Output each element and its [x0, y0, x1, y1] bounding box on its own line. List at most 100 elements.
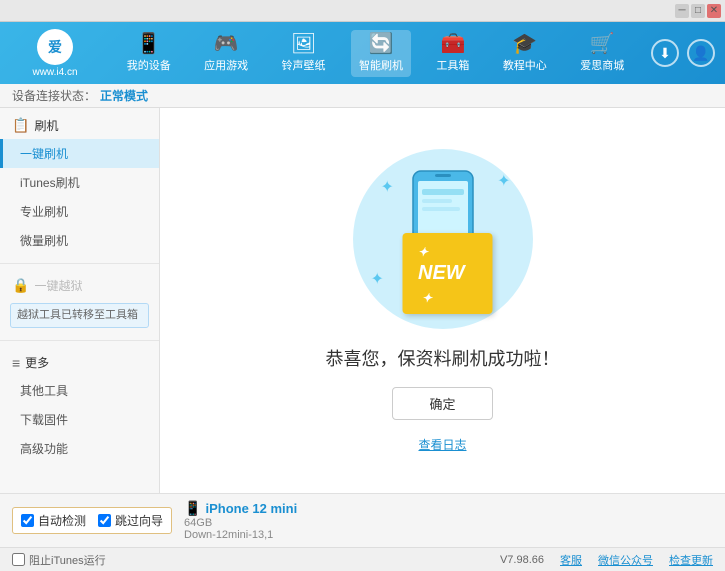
wallpaper-icon: 🖼 [291, 34, 316, 54]
success-content: ✦ ✦ ✦ [326, 149, 560, 453]
logo-symbol: 爱 [48, 37, 62, 57]
top-nav: 爱 www.i4.cn 📱 我的设备 🎮 应用游戏 🖼 铃声壁纸 🔄 智能刷机 … [0, 22, 725, 84]
nav-label-apps-games: 应用游戏 [204, 57, 248, 73]
bottom-section: 自动检测 跳过向导 📱 iPhone 12 mini 64GB Down-12m… [0, 493, 725, 547]
phone-illustration: ✦ ✦ ✦ [353, 149, 533, 329]
divider-2 [0, 340, 159, 341]
device-model: Down-12mini-13,1 [184, 529, 297, 541]
my-device-icon: 📱 [136, 34, 161, 54]
customer-service-link[interactable]: 客服 [560, 552, 582, 568]
more-section-icon: ≡ [12, 355, 20, 371]
nav-item-tutorial[interactable]: 🎓 教程中心 [495, 30, 555, 77]
logo-icon: 爱 [37, 29, 73, 65]
itunes-flash-label: iTunes刷机 [20, 176, 80, 190]
nav-items: 📱 我的设备 🎮 应用游戏 🖼 铃声壁纸 🔄 智能刷机 🧰 工具箱 🎓 教程中心… [110, 30, 641, 77]
sparkle-tl-icon: ✦ [381, 177, 394, 197]
title-bar: ─ □ ✕ [0, 0, 725, 22]
flash-section-label: 刷机 [34, 117, 58, 134]
flash-section-icon: 📋 [12, 117, 29, 134]
skip-wizard-input[interactable] [98, 514, 111, 527]
smart-flash-icon: 🔄 [369, 34, 394, 54]
sidebar-item-download-firmware[interactable]: 下载固件 [0, 405, 159, 434]
nav-item-toolbox[interactable]: 🧰 工具箱 [428, 30, 477, 77]
tutorial-icon: 🎓 [512, 34, 537, 54]
guide-link[interactable]: 查看日志 [418, 436, 466, 453]
bottom-status-left: 阻止iTunes运行 [12, 552, 106, 568]
bottom-status-right: V7.98.66 客服 微信公众号 检查更新 [500, 552, 713, 568]
nav-label-my-device: 我的设备 [127, 57, 171, 73]
more-section-label: 更多 [25, 354, 49, 371]
new-badge: NEW [402, 233, 492, 314]
close-button[interactable]: ✕ [707, 4, 721, 18]
auto-detect-checkbox[interactable]: 自动检测 [21, 512, 86, 529]
sidebar-section-header-flash: 📋 刷机 [0, 112, 159, 139]
nav-item-smart-flash[interactable]: 🔄 智能刷机 [351, 30, 411, 77]
one-click-flash-label: 一键刷机 [20, 147, 68, 161]
nav-label-wallpaper: 铃声壁纸 [282, 57, 326, 73]
skip-wizard-checkbox[interactable]: 跳过向导 [98, 512, 163, 529]
success-message: 恭喜您，保资料刷机成功啦！ [326, 345, 560, 371]
device-info: 📱 iPhone 12 mini 64GB Down-12mini-13,1 [184, 500, 297, 541]
sidebar-item-itunes-flash[interactable]: iTunes刷机 [0, 168, 159, 197]
wechat-link[interactable]: 微信公众号 [598, 552, 653, 568]
download-firmware-label: 下载固件 [20, 413, 68, 427]
maximize-button[interactable]: □ [691, 4, 705, 18]
status-value: 正常模式 [100, 87, 148, 104]
sidebar-item-other-tools[interactable]: 其他工具 [0, 376, 159, 405]
minimize-button[interactable]: ─ [675, 4, 689, 18]
title-bar-controls: ─ □ ✕ [675, 4, 721, 18]
status-bar: 设备连接状态： 正常模式 [0, 84, 725, 108]
sidebar-section-jailbreak: 🔒 一键越狱 越狱工具已转移至工具箱 [0, 268, 159, 336]
sidebar-section-header-more: ≡ 更多 [0, 349, 159, 376]
sidebar-item-one-click-flash[interactable]: 一键刷机 [0, 139, 159, 168]
nav-right: ⬇ 👤 [651, 39, 715, 67]
main-content: 📋 刷机 一键刷机 iTunes刷机 专业刷机 微量刷机 🔒 一键越狱 越狱工 [0, 108, 725, 493]
new-badge-text: NEW [418, 262, 465, 284]
nav-label-shop: 爱思商城 [580, 57, 624, 73]
main-panel: ✦ ✦ ✦ [160, 108, 725, 493]
block-itunes-label: 阻止iTunes运行 [29, 552, 106, 568]
auto-detect-label: 自动检测 [38, 512, 86, 529]
user-button[interactable]: 👤 [687, 39, 715, 67]
auto-detect-input[interactable] [21, 514, 34, 527]
skip-wizard-label: 跳过向导 [115, 512, 163, 529]
jailbreak-note: 越狱工具已转移至工具箱 [10, 303, 149, 328]
advanced-label: 高级功能 [20, 442, 68, 456]
logo-area: 爱 www.i4.cn [10, 29, 100, 78]
nav-item-my-device[interactable]: 📱 我的设备 [119, 30, 179, 77]
sidebar-section-header-jailbreak: 🔒 一键越狱 [0, 272, 159, 299]
jailbreak-section-label: 一键越狱 [34, 277, 82, 294]
sidebar-section-flash: 📋 刷机 一键刷机 iTunes刷机 专业刷机 微量刷机 [0, 108, 159, 259]
nav-item-shop[interactable]: 🛒 爱思商城 [572, 30, 632, 77]
device-name: 📱 iPhone 12 mini [184, 500, 297, 517]
micro-flash-label: 微量刷机 [20, 234, 68, 248]
nav-item-wallpaper[interactable]: 🖼 铃声壁纸 [274, 30, 334, 77]
download-button[interactable]: ⬇ [651, 39, 679, 67]
sidebar-item-micro-flash[interactable]: 微量刷机 [0, 226, 159, 255]
status-label: 设备连接状态： [12, 87, 96, 104]
bottom-checkboxes: 自动检测 跳过向导 [12, 507, 172, 534]
bottom-status-bar: 阻止iTunes运行 V7.98.66 客服 微信公众号 检查更新 [0, 547, 725, 571]
nav-item-apps-games[interactable]: 🎮 应用游戏 [196, 30, 256, 77]
sidebar-item-pro-flash[interactable]: 专业刷机 [0, 197, 159, 226]
shop-icon: 🛒 [590, 34, 615, 54]
pro-flash-label: 专业刷机 [20, 205, 68, 219]
sparkle-bl-icon: ✦ [371, 269, 384, 289]
logo-text: www.i4.cn [32, 67, 77, 78]
sidebar-item-advanced[interactable]: 高级功能 [0, 434, 159, 463]
nav-label-smart-flash: 智能刷机 [359, 57, 403, 73]
divider-1 [0, 263, 159, 264]
jailbreak-lock-icon: 🔒 [12, 277, 29, 294]
sparkle-tr-icon: ✦ [497, 171, 510, 191]
device-name-text: iPhone 12 mini [205, 501, 297, 516]
sidebar: 📋 刷机 一键刷机 iTunes刷机 专业刷机 微量刷机 🔒 一键越狱 越狱工 [0, 108, 160, 493]
sidebar-section-more: ≡ 更多 其他工具 下载固件 高级功能 [0, 345, 159, 467]
device-storage: 64GB [184, 517, 297, 529]
block-itunes-checkbox[interactable] [12, 553, 25, 566]
other-tools-label: 其他工具 [20, 384, 68, 398]
version-text: V7.98.66 [500, 554, 544, 566]
check-update-link[interactable]: 检查更新 [669, 552, 713, 568]
confirm-button[interactable]: 确定 [392, 387, 492, 420]
nav-label-toolbox: 工具箱 [436, 57, 469, 73]
nav-label-tutorial: 教程中心 [503, 57, 547, 73]
